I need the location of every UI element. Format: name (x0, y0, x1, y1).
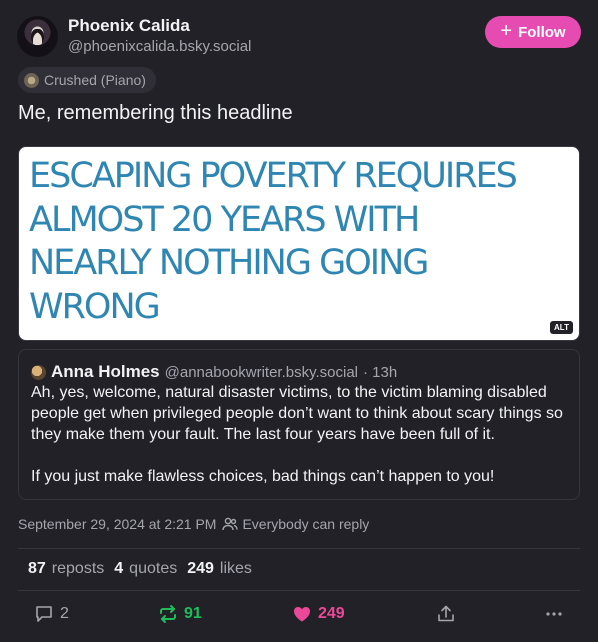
author-name[interactable]: Phoenix Calida (68, 16, 190, 36)
share-icon (438, 605, 454, 622)
repost-button[interactable]: 91 (158, 604, 202, 624)
comment-icon (36, 606, 52, 622)
author-avatar[interactable] (17, 16, 58, 57)
reply-setting[interactable]: Everybody can reply (222, 516, 369, 532)
post-meta: September 29, 2024 at 2:21 PM Everybody … (18, 516, 369, 532)
quote-text: Ah, yes, welcome, natural disaster victi… (31, 382, 571, 487)
share-button[interactable] (436, 604, 456, 624)
label-avatar-icon (24, 72, 39, 88)
like-button[interactable]: 249 (292, 604, 345, 624)
quote-time: · 13h (363, 363, 398, 381)
content-label-text: Crushed (Piano) (44, 72, 146, 88)
more-options-button[interactable] (544, 604, 564, 624)
quote-author-handle[interactable]: @annabookwriter.bsky.social (165, 364, 358, 381)
repost-count: 91 (184, 605, 202, 622)
reply-setting-label: Everybody can reply (242, 516, 370, 532)
headline-line: WRONG (29, 286, 161, 327)
post-actions: 2 91 249 (34, 604, 564, 628)
heart-icon (294, 607, 310, 622)
quoted-post[interactable]: Anna Holmes @annabookwriter.bsky.social … (18, 349, 580, 500)
quotes-stat[interactable]: 4 quotes (114, 560, 177, 578)
divider (18, 548, 580, 549)
content-label-chip[interactable]: Crushed (Piano) (18, 67, 156, 93)
headline-line: ESCAPING POVERTY REQUIRES (29, 156, 518, 196)
plus-icon: + (500, 20, 513, 42)
divider (18, 590, 580, 591)
image-headline: ESCAPING POVERTY REQUIRES ALMOST 20 YEAR… (29, 155, 571, 329)
post-timestamp: September 29, 2024 at 2:21 PM (18, 516, 217, 532)
repost-icon (160, 605, 176, 623)
alt-badge[interactable]: ALT (550, 321, 573, 334)
headline-line: NEARLY NOTHING GOING (29, 243, 429, 283)
likes-stat[interactable]: 249 likes (187, 560, 252, 578)
reposts-stat[interactable]: 87 reposts (28, 560, 104, 578)
quote-author-avatar[interactable] (31, 364, 46, 380)
quote-paragraph: If you just make flawless choices, bad t… (31, 468, 495, 485)
quote-author-name[interactable]: Anna Holmes (51, 362, 160, 382)
post-text: Me, remembering this headline (18, 102, 293, 124)
follow-label: Follow (518, 23, 566, 41)
headline-line: ALMOST 20 YEARS WITH (29, 199, 420, 240)
reply-count: 2 (60, 605, 69, 622)
engagement-stats: 87 reposts 4 quotes 249 likes (28, 560, 252, 578)
like-count: 249 (318, 605, 345, 622)
reply-button[interactable]: 2 (34, 604, 69, 624)
quote-paragraph: Ah, yes, welcome, natural disaster victi… (31, 384, 563, 443)
post-header: Phoenix Calida @phoenixcalida.bsky.socia… (17, 16, 581, 60)
post-image[interactable]: ESCAPING POVERTY REQUIRES ALMOST 20 YEAR… (18, 146, 580, 341)
follow-button[interactable]: + Follow (485, 16, 581, 48)
people-icon (222, 517, 239, 531)
more-icon (546, 612, 562, 616)
author-handle[interactable]: @phoenixcalida.bsky.social (68, 38, 251, 55)
quote-header: Anna Holmes @annabookwriter.bsky.social … (31, 362, 567, 382)
